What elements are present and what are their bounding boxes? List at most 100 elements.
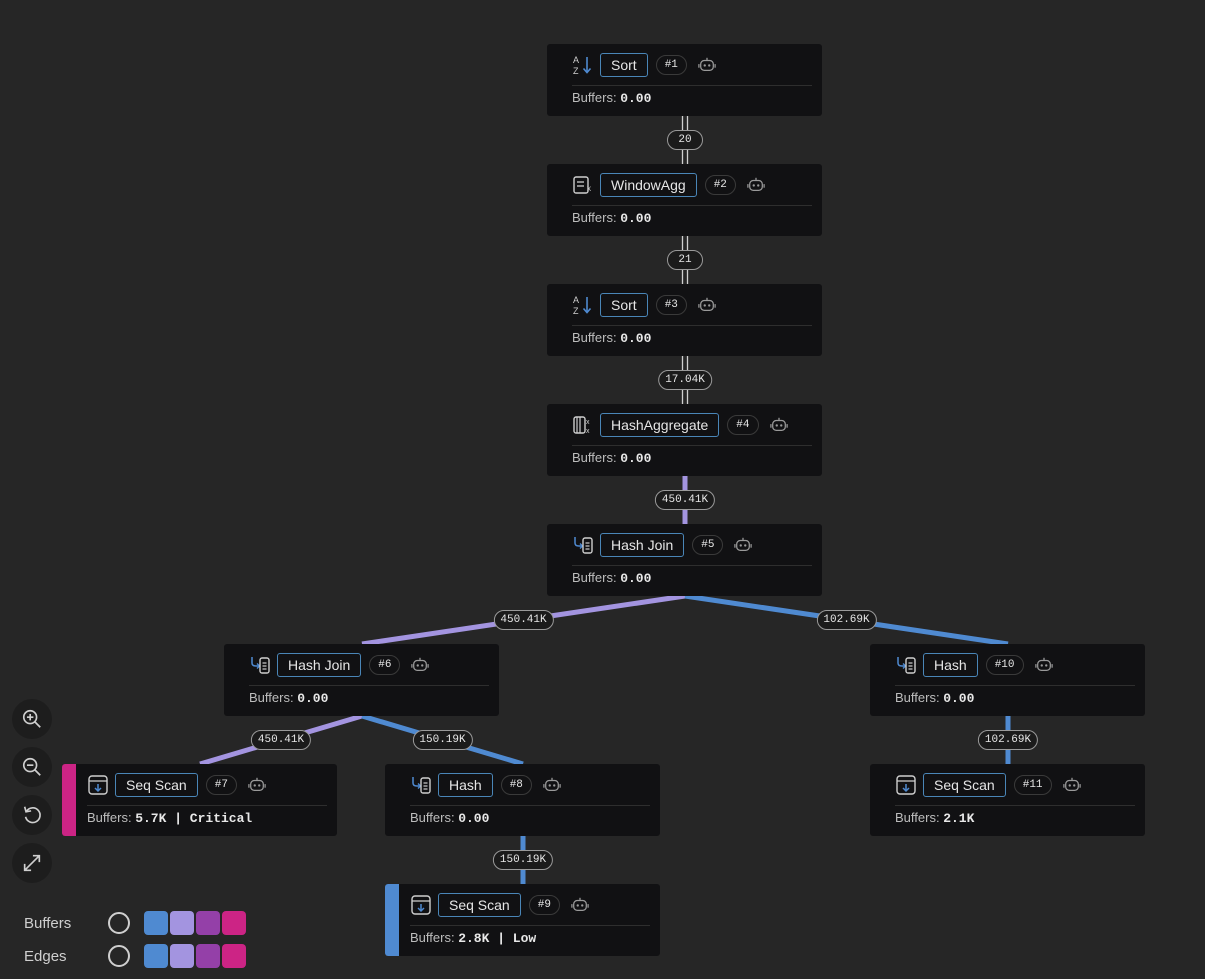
node-number: #10	[985, 655, 1024, 675]
svg-text:Z: Z	[573, 306, 579, 316]
buffers-value: 2.8K | Low	[458, 931, 537, 946]
node-name[interactable]: Sort	[600, 53, 648, 77]
node-name[interactable]: Hash	[923, 653, 978, 677]
ai-bot-icon[interactable]	[746, 175, 766, 195]
node-divider	[572, 85, 812, 86]
plan-node-n5[interactable]: Hash Join #5 Buffers: 0.00	[547, 524, 822, 596]
node-name[interactable]: Sort	[600, 293, 648, 317]
node-number: #2	[704, 175, 736, 195]
node-buffers: Buffers: 0.00	[572, 210, 651, 226]
legend-buffers: Buffers	[24, 910, 248, 936]
node-name[interactable]: Hash	[438, 773, 493, 797]
node-buffers: Buffers: 0.00	[572, 570, 651, 586]
buffers-label: Buffers:	[249, 690, 294, 705]
severity-accent	[385, 884, 399, 956]
hash-aggregate-icon: xx	[572, 414, 594, 436]
plan-node-n9[interactable]: Seq Scan #9 Buffers: 2.8K | Low	[385, 884, 660, 956]
plan-node-n11[interactable]: Seq Scan #11 Buffers: 2.1K	[870, 764, 1145, 836]
ai-bot-icon[interactable]	[697, 295, 717, 315]
ai-bot-icon[interactable]	[769, 415, 789, 435]
legend-edges-swatch-1	[144, 944, 168, 968]
legend-edges-toggle[interactable]	[108, 945, 130, 967]
ai-bot-icon[interactable]	[247, 775, 267, 795]
legend-buffers-toggle[interactable]	[108, 912, 130, 934]
ai-bot-icon[interactable]	[733, 535, 753, 555]
buffers-label: Buffers:	[87, 810, 132, 825]
buffers-value: 0.00	[620, 91, 652, 106]
reset-view-button[interactable]	[12, 795, 52, 835]
node-name[interactable]: Seq Scan	[438, 893, 521, 917]
edge-row-count: 20	[667, 130, 703, 150]
buffers-label: Buffers:	[572, 90, 617, 105]
node-number: #8	[500, 775, 532, 795]
node-divider	[572, 205, 812, 206]
node-buffers: Buffers: 0.00	[572, 450, 651, 466]
zoom-out-icon	[22, 757, 41, 776]
buffers-label: Buffers:	[572, 210, 617, 225]
node-name[interactable]: WindowAgg	[600, 173, 697, 197]
edge-row-count: 450.41K	[250, 730, 312, 750]
node-name[interactable]: HashAggregate	[600, 413, 720, 437]
node-divider	[895, 685, 1135, 686]
svg-text:A: A	[573, 295, 579, 305]
plan-node-n10[interactable]: Hash #10 Buffers: 0.00	[870, 644, 1145, 716]
plan-node-n4[interactable]: x x HashAggregate #4 Buffers: 0.00	[547, 404, 822, 476]
node-divider	[410, 925, 650, 926]
window-agg-icon: x	[572, 174, 594, 196]
edge-row-count: 150.19K	[412, 730, 473, 750]
legend-buffers-swatch-1	[144, 911, 168, 935]
buffers-value: 0.00	[297, 691, 329, 706]
svg-text:x: x	[587, 184, 591, 193]
node-divider	[410, 805, 650, 806]
ai-bot-icon[interactable]	[1062, 775, 1082, 795]
node-buffers: Buffers: 0.00	[410, 810, 489, 826]
plan-node-n3[interactable]: A Z Sort #3 Buffers: 0.00	[547, 284, 822, 356]
ai-bot-icon[interactable]	[1034, 655, 1054, 675]
zoom-in-button[interactable]	[12, 699, 52, 739]
legend-buffers-swatch-4	[222, 911, 246, 935]
plan-node-n1[interactable]: A Z Sort #1 Buffers: 0.00	[547, 44, 822, 116]
node-name[interactable]: Hash Join	[277, 653, 362, 677]
node-divider	[87, 805, 327, 806]
ai-bot-icon[interactable]	[697, 55, 717, 75]
legend-buffers-swatch-3	[196, 911, 220, 935]
buffers-value: 5.7K | Critical	[135, 811, 253, 826]
ai-bot-icon[interactable]	[542, 775, 562, 795]
node-divider	[572, 325, 812, 326]
buffers-value: 0.00	[620, 211, 652, 226]
hash-join-icon	[410, 774, 432, 796]
node-name[interactable]: Hash Join	[600, 533, 685, 557]
legend-edges-swatch-3	[196, 944, 220, 968]
buffers-value: 2.1K	[943, 811, 975, 826]
node-number: #7	[205, 775, 237, 795]
zoom-out-button[interactable]	[12, 747, 52, 787]
svg-text:Z: Z	[573, 66, 579, 76]
hash-join-icon	[572, 534, 594, 556]
buffers-label: Buffers:	[410, 930, 455, 945]
node-buffers: Buffers: 0.00	[572, 330, 651, 346]
plan-node-n2[interactable]: x WindowAgg #2 Buffers: 0.00	[547, 164, 822, 236]
fit-view-icon	[23, 854, 41, 872]
node-name[interactable]: Seq Scan	[115, 773, 198, 797]
ai-bot-icon[interactable]	[570, 895, 590, 915]
node-number: #5	[692, 535, 724, 555]
node-buffers: Buffers: 0.00	[572, 90, 651, 106]
edge-row-count: 450.41K	[493, 610, 554, 630]
edge-row-count: 21	[667, 250, 703, 270]
reset-icon	[23, 806, 41, 824]
node-name[interactable]: Seq Scan	[923, 773, 1006, 797]
edge-row-count: 150.19K	[492, 850, 554, 870]
buffers-value: 0.00	[620, 451, 652, 466]
node-buffers: Buffers: 5.7K | Critical	[87, 810, 252, 826]
plan-node-n8[interactable]: Hash #8 Buffers: 0.00	[385, 764, 660, 836]
node-number: #11	[1013, 775, 1052, 795]
plan-node-n6[interactable]: Hash Join #6 Buffers: 0.00	[224, 644, 499, 716]
node-divider	[249, 685, 489, 686]
plan-node-n7[interactable]: Seq Scan #7 Buffers: 5.7K | Critical	[62, 764, 337, 836]
ai-bot-icon[interactable]	[410, 655, 430, 675]
buffers-value: 0.00	[458, 811, 490, 826]
buffers-value: 0.00	[620, 571, 652, 586]
legend-edges-swatch-4	[222, 944, 246, 968]
buffers-label: Buffers:	[895, 810, 940, 825]
fit-view-button[interactable]	[12, 843, 52, 883]
